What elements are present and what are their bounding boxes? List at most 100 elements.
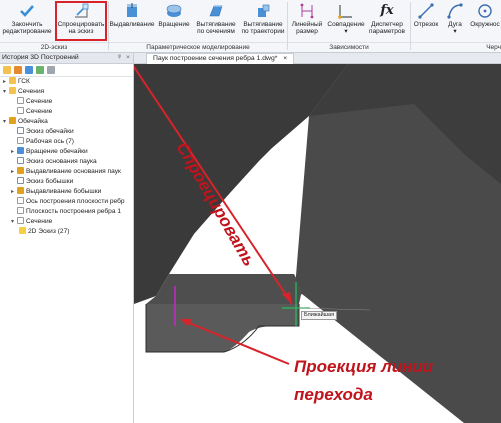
arc-label: Дуга xyxy=(448,21,462,28)
settings-tool-icon[interactable] xyxy=(47,66,55,74)
annotation-projection-line2: перехода xyxy=(294,385,373,404)
tab-close-icon[interactable]: × xyxy=(283,55,287,62)
parameter-manager-label-2: параметров xyxy=(369,28,405,35)
snap-tooltip: Ближайшая xyxy=(301,311,338,320)
finish-edit-button[interactable]: Закончить редактирование xyxy=(2,2,52,40)
document-tab[interactable]: Паук построение сечения ребра 1.dwg* × xyxy=(146,53,295,64)
sheet-icon xyxy=(17,107,24,114)
document-tab-bar: Паук построение сечения ребра 1.dwg* × xyxy=(134,53,501,64)
revolve-label: Вращение xyxy=(158,21,190,28)
sheet-icon xyxy=(17,217,24,224)
tree-item-label: Сечение xyxy=(26,108,53,115)
tree-item-2d-sketch[interactable]: 2D Эскиз (27) xyxy=(19,227,69,236)
tree-item-label: Рабочая ось (7) xyxy=(26,138,74,145)
history-toolbar xyxy=(0,64,133,77)
project-icon xyxy=(75,3,89,18)
tree-item-sections[interactable]: ▾ Сечения xyxy=(3,87,44,96)
tree-item-label: Выдавливание бобышки xyxy=(26,188,102,195)
sheet-icon xyxy=(17,97,24,104)
tree-item-label: Эскиз бобышки xyxy=(26,178,74,185)
sweep-button[interactable]: Вытягивание по траектории xyxy=(240,2,286,40)
arc-dropdown-icon[interactable]: ▾ xyxy=(453,28,456,35)
linear-dimension-icon xyxy=(300,3,314,19)
tree-item-axis[interactable]: Рабочая ось (7) xyxy=(17,137,74,146)
tree-item-label: Выдавливание основания паук xyxy=(26,168,121,175)
tree-item-sketch[interactable]: Эскиз бобышки xyxy=(17,177,73,186)
tree-item-section[interactable]: ▾ Сечение xyxy=(11,217,52,226)
loft-label-1: Вытягивание xyxy=(196,21,236,28)
history-panel: История 3D Построений ᵠ × ▸ ГСК ▾ Сечения … xyxy=(0,53,134,423)
tree-item-revolve[interactable]: ▸ Вращение обечайки xyxy=(11,147,88,156)
parameter-manager-label-1: Диспетчер xyxy=(371,21,403,28)
lightning-icon xyxy=(19,227,26,234)
plane-icon xyxy=(17,207,24,214)
parameter-manager-button[interactable]: fx Диспетчер параметров xyxy=(366,2,408,40)
tree-item-axis[interactable]: Ось построения плоскости ребр xyxy=(17,197,125,206)
part-front-face xyxy=(146,304,299,352)
filter-tool-icon[interactable] xyxy=(14,66,22,74)
sweep-label-2: по траектории xyxy=(241,28,285,35)
rebuild-tool-icon[interactable] xyxy=(25,66,33,74)
loft-label-2: по сечениям xyxy=(197,28,235,35)
part-top-strip xyxy=(146,274,302,304)
coincidence-dropdown-icon[interactable]: ▾ xyxy=(344,28,347,35)
tree-item-label: 2D Эскиз (27) xyxy=(28,228,70,235)
line-label: Отрезок xyxy=(413,21,439,28)
fx-icon: fx xyxy=(380,3,394,18)
close-panel-icon[interactable]: × xyxy=(126,53,130,63)
loft-button[interactable]: Вытягивание по сечениям xyxy=(193,2,239,40)
pin-icon[interactable]: ᵠ xyxy=(118,53,121,63)
coincidence-icon xyxy=(338,5,352,19)
tree-item-plane[interactable]: Плоскость построения ребра 1 xyxy=(17,207,121,216)
axis-icon xyxy=(17,137,24,144)
sketch-icon xyxy=(17,157,24,164)
tree-item-label: Сечения xyxy=(18,88,45,95)
line-button[interactable]: Отрезок xyxy=(411,2,441,40)
circle-button[interactable]: Окружнос xyxy=(469,2,501,40)
tree-item-shell[interactable]: ▾ Обечайка xyxy=(3,117,48,126)
linear-dimension-label-2: размер xyxy=(296,28,318,35)
ribbon: Закончить редактирование Спроецировать н… xyxy=(0,0,501,53)
arc-button[interactable]: Дуга ▾ xyxy=(442,2,468,40)
finish-edit-label-1: Закончить xyxy=(11,21,43,28)
revolve-feature-icon xyxy=(17,147,24,154)
tree-item-label: Эскиз основания паука xyxy=(26,158,97,165)
history-panel-header: История 3D Построений ᵠ × xyxy=(0,53,133,64)
project-label-2: на эскиз xyxy=(68,28,94,35)
linear-dimension-label-1: Линейный xyxy=(291,21,323,28)
tree-item-section[interactable]: Сечение xyxy=(17,97,52,106)
tree-item-extrude[interactable]: ▸ Выдавливание основания паук xyxy=(11,167,121,176)
history-panel-title: История 3D Построений xyxy=(2,54,79,61)
document-tab-label: Паук построение сечения ребра 1.dwg* xyxy=(153,55,278,62)
project-to-sketch-button[interactable]: Спроецировать на эскиз xyxy=(56,2,106,40)
extrude-button[interactable]: Выдавливание xyxy=(109,2,155,40)
tree-item-section[interactable]: Сечение xyxy=(17,107,52,116)
group-parametric: Параметрическое моделирование xyxy=(109,42,287,52)
show-tool-icon[interactable] xyxy=(36,66,44,74)
part-icon xyxy=(9,117,16,124)
tree-item-gsk[interactable]: ▸ ГСК xyxy=(3,77,30,86)
tree-item-label: Обечайка xyxy=(18,118,48,125)
group-constraints: Зависимости xyxy=(288,42,410,52)
extrude-label: Выдавливание xyxy=(109,21,155,28)
3d-viewport[interactable]: Спроецировать Ближайшая Проекция линии п… xyxy=(134,64,501,423)
tree-item-sketch[interactable]: Эскиз обечайки xyxy=(17,127,74,136)
linear-dimension-button[interactable]: Линейный размер xyxy=(288,2,326,40)
tree-item-label: Вращение обечайки xyxy=(26,148,88,155)
folder-icon xyxy=(9,77,16,84)
annotation-projection-line1: Проекция линии xyxy=(294,357,434,376)
tree-item-label: Сечение xyxy=(26,218,53,225)
folder-tool-icon[interactable] xyxy=(3,66,11,74)
finish-edit-label-2: редактирование xyxy=(2,28,52,35)
tree-item-sketch[interactable]: Эскиз основания паука xyxy=(17,157,97,166)
revolve-icon xyxy=(166,4,182,17)
tree-item-label: Плоскость построения ребра 1 xyxy=(26,208,121,215)
group-2d-sketch: 2D-эскиз xyxy=(0,42,108,52)
loft-icon xyxy=(209,5,223,17)
sketch-icon xyxy=(17,127,24,134)
tree-item-label: Ось построения плоскости ребр xyxy=(26,198,125,205)
coincidence-button[interactable]: Совпадение ▾ xyxy=(327,2,365,40)
tree-item-extrude[interactable]: ▸ Выдавливание бобышки xyxy=(11,187,101,196)
revolve-button[interactable]: Вращение xyxy=(156,2,192,40)
folder-icon xyxy=(9,87,16,94)
